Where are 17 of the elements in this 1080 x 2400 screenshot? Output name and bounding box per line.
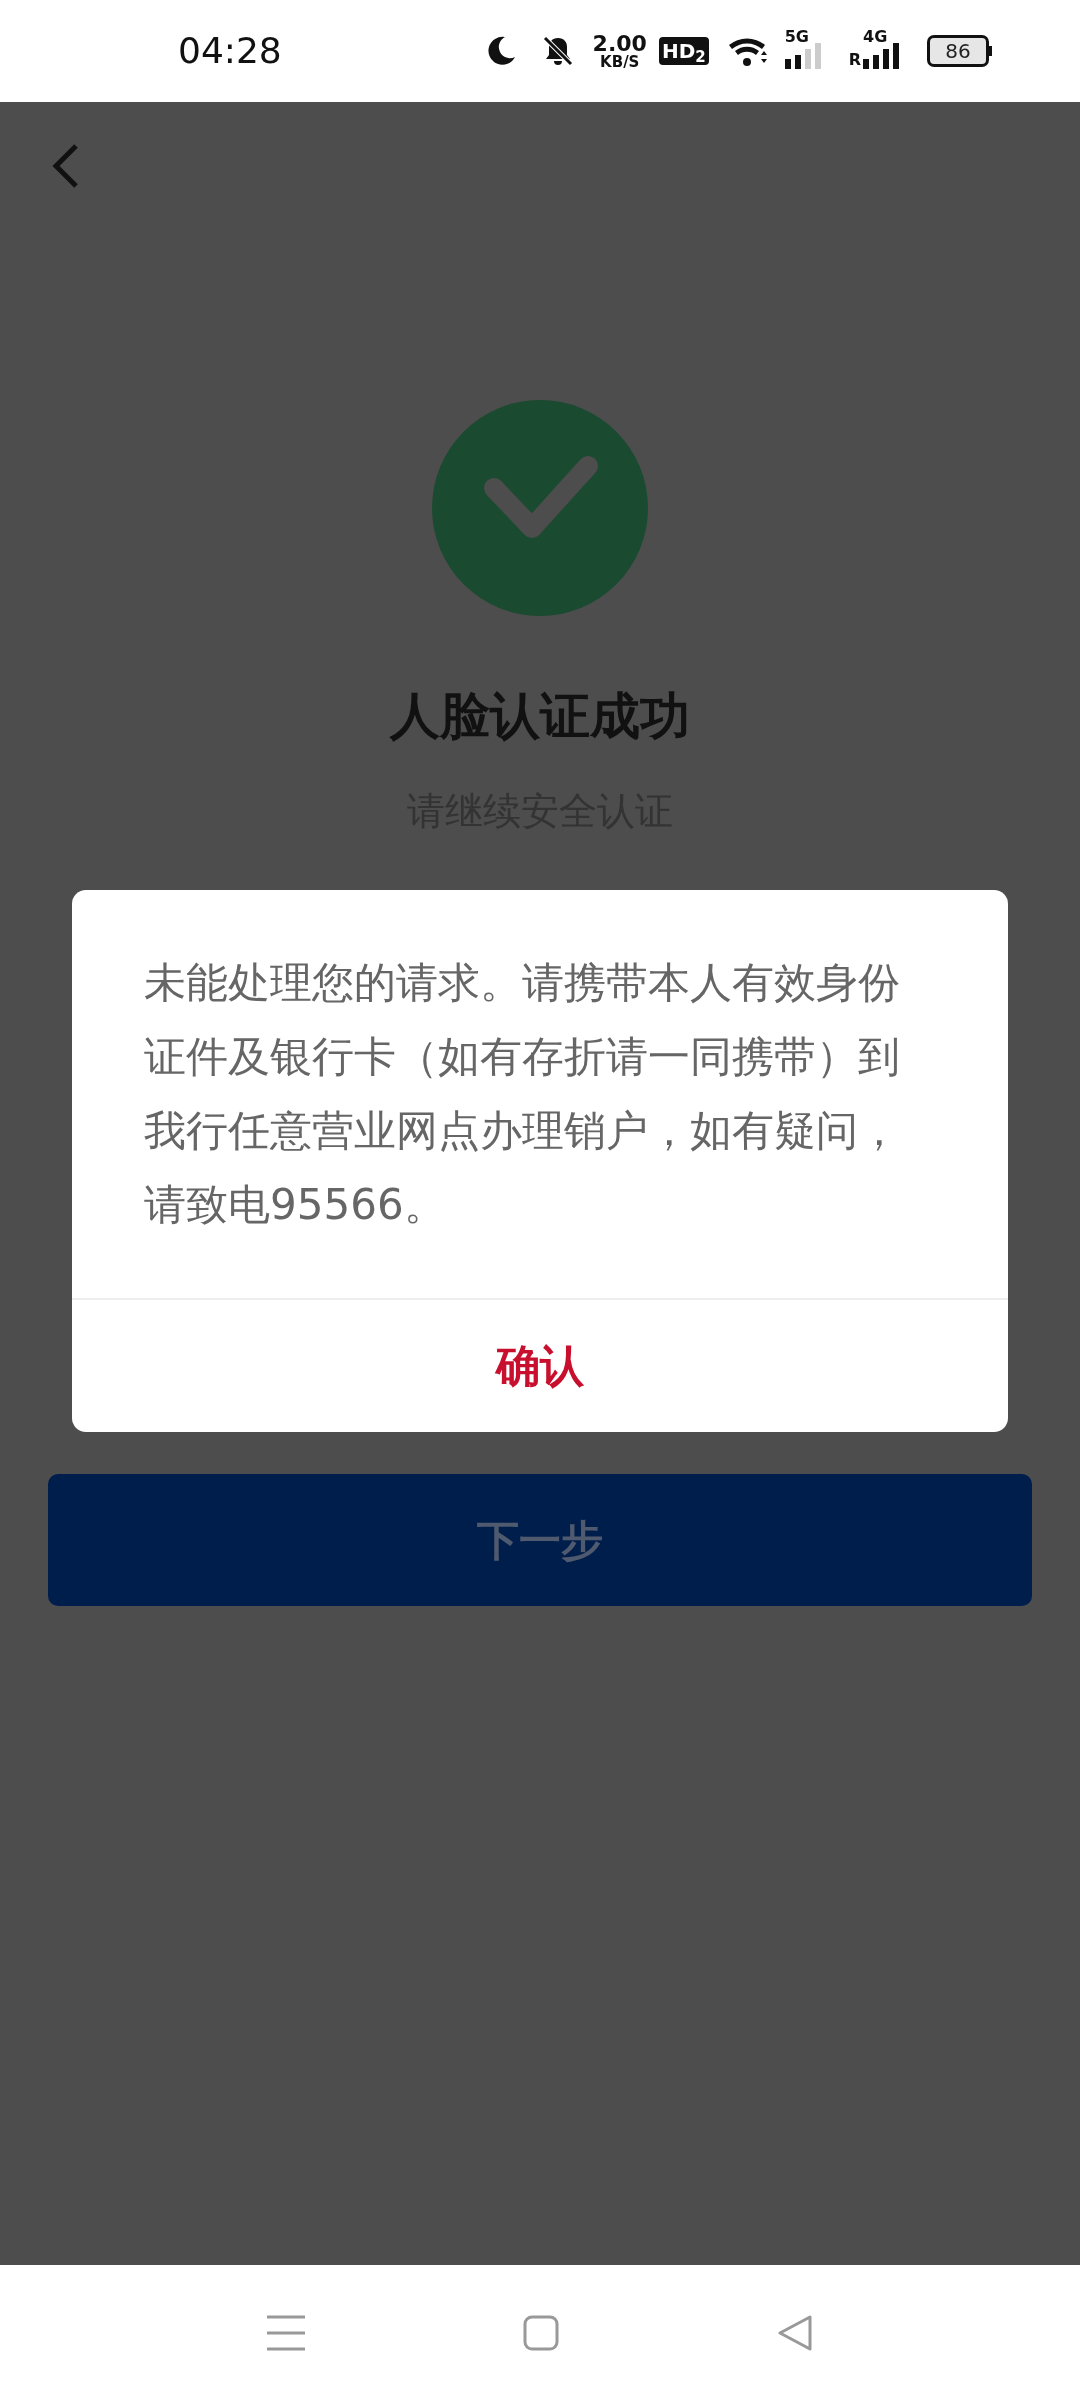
home-icon[interactable] <box>523 2314 559 2351</box>
confirm-button[interactable]: 确认 <box>72 1300 1008 1432</box>
battery-icon: 86 <box>927 35 992 67</box>
signal-label: 5G <box>784 29 809 45</box>
back-icon[interactable] <box>50 142 80 190</box>
page-title: 人脸认证成功 <box>390 686 690 746</box>
menu-icon[interactable] <box>267 2314 305 2351</box>
wifi-icon <box>726 35 769 67</box>
hd-badge: HD$_{2}$ <box>658 37 709 65</box>
dialog-message: 未能处理您的请求。请携带本人有效身份证件及银行卡（如有存折请一同携带）到我行任意营业网点办理销户，如有疑问，请致电95566。 <box>143 957 901 1231</box>
status-time: 04:28 <box>178 29 282 73</box>
back-triangle-icon[interactable] <box>777 2314 813 2351</box>
network-speed: 2.00 <box>592 32 647 55</box>
roaming-label: R <box>848 49 861 71</box>
signal-label: 4G <box>863 29 888 45</box>
speed-unit: KB/S <box>600 54 640 70</box>
check-circle-icon <box>432 400 648 616</box>
